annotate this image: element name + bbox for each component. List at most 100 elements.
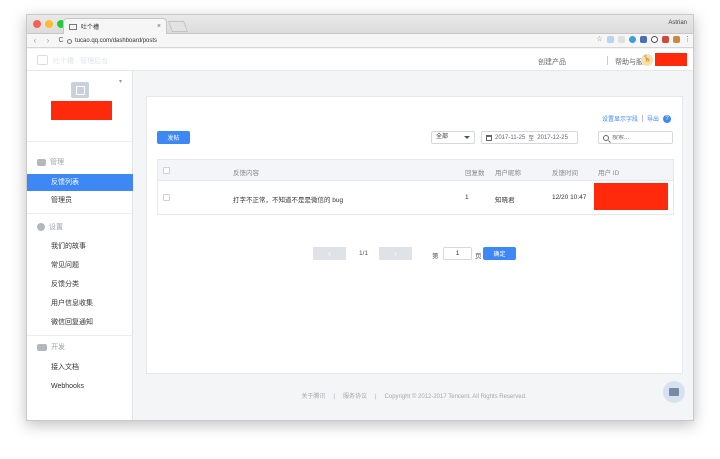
sidebar-item-our-story[interactable]: 我们的故事 — [27, 238, 133, 255]
sidebar-item-feedback-categories[interactable]: 反馈分类 — [27, 276, 133, 293]
sidebar-divider — [27, 141, 133, 142]
code-icon — [37, 343, 47, 351]
address-bar[interactable]: tucao.qq.com/dashboard/posts — [67, 36, 587, 46]
tab-close-icon[interactable]: × — [157, 23, 161, 30]
terms-link[interactable]: 服务协议 — [343, 394, 367, 400]
table-row[interactable]: 打字不正常，不知道不是是微信的 bug 1 知晓君 12/20 10:47 — [158, 181, 673, 214]
redacted-username — [655, 53, 687, 66]
filter-select[interactable]: 全部 — [431, 131, 475, 144]
sidebar-section-title: 管理 — [50, 159, 64, 166]
sidebar-item-feedback-list[interactable]: 反馈列表 — [27, 174, 133, 191]
prev-page-button[interactable]: ‹ — [313, 247, 346, 260]
url-text[interactable]: tucao.qq.com/dashboard/posts — [75, 38, 157, 44]
search-box[interactable] — [598, 131, 673, 144]
sidebar-item-faq[interactable]: 常见问题 — [27, 257, 133, 274]
site-info-icon[interactable] — [67, 38, 72, 44]
back-button[interactable]: ‹ — [30, 36, 40, 45]
sidebar-divider — [27, 335, 133, 336]
extension-icons: ☆ ⋮ — [596, 36, 691, 43]
extension-icon-4[interactable] — [640, 36, 647, 43]
page-number-input[interactable] — [443, 247, 472, 260]
table-header: 反馈内容 回复数 用户昵称 反馈时间 用户 ID — [158, 160, 673, 181]
sidebar-item-integration-docs[interactable]: 接入文档 — [27, 359, 133, 376]
panel-top-links: 设置显示字段 导出 ? — [602, 114, 671, 123]
sidebar: ▾ 管理 反馈列表 管理员 设置 我们的故事 常见问题 反馈分类 用户信息收集 … — [27, 71, 133, 420]
title-bar: 吐个槽 × Astrian — [27, 15, 693, 34]
favicon-icon — [69, 23, 77, 30]
row-checkbox[interactable] — [163, 194, 170, 201]
extension-icon-6[interactable] — [662, 36, 669, 43]
sidebar-section-manage: 管理 — [37, 157, 64, 167]
browser-window: 吐个槽 × Astrian ‹ › C tucao.qq.com/dashboa… — [26, 14, 694, 421]
forward-button[interactable]: › — [43, 36, 53, 45]
column-header-nickname: 用户昵称 — [495, 170, 521, 177]
reload-button[interactable]: C — [56, 37, 66, 44]
copyright-text: Copyright © 2012-2017 Tencent. All Right… — [384, 394, 527, 400]
extension-icon-3[interactable] — [629, 36, 636, 43]
sidebar-item-wechat-notifications[interactable]: 微信回复通知 — [27, 314, 133, 331]
publish-button[interactable]: 发帖 — [157, 131, 190, 144]
export-link[interactable]: 导出 — [647, 114, 659, 123]
chevron-down-icon[interactable]: ▾ — [119, 78, 122, 85]
extension-icon-7[interactable] — [673, 36, 680, 43]
app-header: 吐个槽 · 管理后台 创建产品 帮助与服务 🦒 — [27, 49, 693, 71]
bookmark-star-icon[interactable]: ☆ — [596, 36, 603, 43]
extension-icon-5[interactable] — [651, 36, 658, 43]
display-fields-link[interactable]: 设置显示字段 — [602, 114, 638, 123]
header-divider — [607, 56, 608, 65]
extension-icon-1[interactable] — [607, 36, 614, 43]
tab-title: 吐个槽 — [81, 25, 100, 31]
logo-text[interactable]: 吐个槽 · 管理后台 — [53, 56, 108, 66]
footer-divider: | — [333, 394, 335, 400]
about-tencent-link[interactable]: 关于腾讯 — [301, 394, 325, 400]
sidebar-item-admins[interactable]: 管理员 — [27, 192, 133, 209]
page-suffix: 页 — [475, 253, 482, 260]
window-controls — [33, 20, 65, 28]
cell-time: 12/20 10:47 — [552, 194, 587, 201]
cell-nickname: 知晓君 — [495, 197, 515, 204]
select-all-checkbox[interactable] — [163, 167, 170, 174]
chevron-down-icon — [464, 136, 470, 139]
pagination: ‹ 1/1 › 第 页 确定 — [147, 247, 682, 261]
sidebar-section-title: 开发 — [51, 344, 65, 351]
create-product-link[interactable]: 创建产品 — [538, 57, 566, 67]
user-avatar[interactable]: 🦒 — [641, 54, 653, 66]
product-avatar-icon[interactable] — [71, 82, 89, 98]
column-header-content: 反馈内容 — [233, 170, 259, 177]
browser-tab[interactable]: 吐个槽 × — [63, 18, 167, 34]
floating-feedback-button[interactable] — [663, 381, 685, 403]
sidebar-section-develop: 开发 — [37, 342, 65, 352]
sidebar-section-title: 设置 — [49, 224, 63, 231]
page-info: 1/1 — [359, 250, 369, 257]
extension-icon-2[interactable] — [618, 36, 625, 43]
feedback-panel: 设置显示字段 导出 ? 发帖 全部 2017-11-25 至 2017-12-2… — [146, 96, 683, 374]
footer: 关于腾讯 | 服务协议 | Copyright © 2012-2017 Tencent.… — [133, 391, 693, 400]
logo-icon[interactable] — [37, 55, 48, 65]
sidebar-item-webhooks[interactable]: Webhooks — [27, 378, 133, 395]
gear-icon — [37, 223, 45, 231]
feedback-table: 反馈内容 回复数 用户昵称 反馈时间 用户 ID 打字不正常，不知道不是是微信的… — [157, 159, 674, 215]
page-label: 第 — [432, 253, 439, 260]
sidebar-item-user-info-collection[interactable]: 用户信息收集 — [27, 295, 133, 312]
cell-content[interactable]: 打字不正常，不知道不是是微信的 bug — [233, 194, 343, 204]
filter-select-value: 全部 — [436, 134, 449, 140]
profile-name[interactable]: Astrian — [668, 20, 687, 26]
new-tab-button[interactable] — [167, 21, 189, 32]
confirm-page-button[interactable]: 确定 — [483, 247, 516, 260]
date-range-picker[interactable]: 2017-11-25 至 2017-12-25 — [481, 131, 578, 144]
link-divider — [641, 115, 643, 122]
date-end: 2017-12-25 — [537, 134, 568, 141]
redacted-user-id — [594, 183, 668, 210]
next-page-button[interactable]: › — [379, 247, 412, 260]
address-toolbar: ‹ › C tucao.qq.com/dashboard/posts ☆ ⋮ — [27, 34, 693, 48]
help-icon[interactable]: ? — [663, 114, 671, 123]
minimize-window-button[interactable] — [45, 20, 53, 28]
sidebar-divider — [27, 213, 133, 214]
search-input[interactable] — [612, 134, 672, 141]
calendar-icon — [486, 134, 492, 141]
inbox-icon — [37, 158, 46, 166]
column-header-user-id: 用户 ID — [598, 170, 620, 177]
menu-icon[interactable]: ⋮ — [684, 36, 691, 43]
column-header-time: 反馈时间 — [552, 170, 578, 177]
close-window-button[interactable] — [33, 20, 41, 28]
